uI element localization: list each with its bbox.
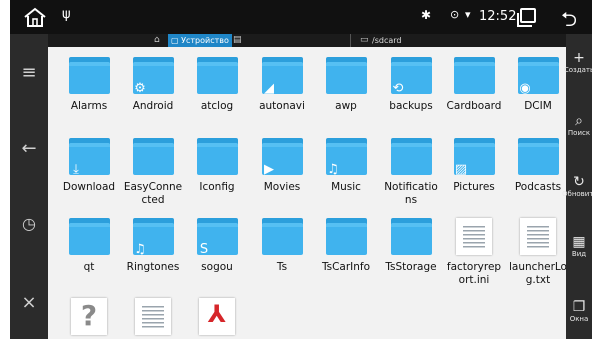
status-bar: ψ ✱ ⊙ ▾ 12:52 ⮌ (10, 0, 592, 34)
text-file-icon (520, 218, 556, 255)
breadcrumb-device[interactable]: ▢ Устройство (168, 34, 232, 47)
app-frame: ψ ✱ ⊙ ▾ 12:52 ⮌ ⌂ ▢ Устройство ▤ ▭ /sdca… (10, 0, 592, 339)
folder-icon (326, 57, 367, 94)
breadcrumb: ⌂ ▢ Устройство ▤ ▭ /sdcard (48, 34, 566, 47)
grid-view-icon: ▦ (572, 234, 586, 250)
right-sidebar: +Создать ⌕Поиск ↻Обновить ▦Вид ❐Окна (562, 34, 592, 339)
folder-icon: ◢ (262, 57, 303, 96)
file-name-label: DCIM (524, 100, 552, 112)
folder-icon (133, 138, 174, 175)
folder-icon (391, 138, 432, 175)
unknown-file-icon: ? (71, 298, 107, 335)
folder-badge-icon: ▶ (264, 162, 274, 177)
folder-icon: ◉ (518, 57, 559, 96)
view-button[interactable]: ▦ Вид (566, 234, 592, 258)
file-name-label: Podcasts (514, 181, 562, 193)
folder-icon (197, 57, 238, 94)
refresh-button[interactable]: ↻Обновить (562, 174, 592, 198)
root-icon[interactable]: ⌂ (154, 35, 160, 45)
breadcrumb-device-label: Устройство (181, 36, 229, 45)
search-icon: ⌕ (575, 113, 583, 129)
bluetooth-icon: ✱ (421, 8, 432, 22)
folder-icon: ♫ (133, 218, 174, 257)
usb-icon: ψ (62, 7, 71, 22)
sidebar-button-label: Поиск (567, 129, 591, 137)
refresh-icon: ↻ (573, 174, 585, 190)
folder-icon: ▭ (360, 35, 369, 45)
menu-icon[interactable]: ≡ (10, 62, 48, 83)
sidebar-button-label: Вид (571, 250, 587, 258)
folder-icon: ♫ (326, 138, 367, 177)
folder-badge-icon: ◉ (519, 81, 531, 96)
folder-icon: S (197, 218, 238, 257)
breadcrumb-path[interactable]: /sdcard (372, 35, 401, 46)
plus-icon: + (573, 50, 585, 66)
sidebar-button-label: Обновить (562, 190, 592, 198)
folder-icon (262, 218, 303, 255)
folder-icon (518, 138, 559, 175)
sidebar-button-label: Окна (569, 315, 589, 323)
folder-badge-icon: ◢ (264, 81, 274, 96)
folder-icon: ▶ (262, 138, 303, 177)
folder-badge-icon: ⚙ (134, 81, 146, 96)
history-icon[interactable]: ◷ (10, 214, 48, 233)
folder-badge-icon: ♫ (327, 162, 339, 177)
wifi-icon: ▾ (465, 8, 471, 21)
folder-icon (197, 138, 238, 175)
clock: 12:52 (479, 9, 517, 24)
search-button[interactable]: ⌕ Поиск (566, 113, 592, 137)
file-grid: Alarms ⚙ Android atclog ◢ autonavi awp ⟲ backups… (48, 47, 566, 339)
windows-icon: ❐ (572, 299, 586, 315)
storage-icon[interactable]: ▤ (233, 35, 242, 45)
folder-badge-icon: ▨ (454, 162, 468, 177)
recent-apps-icon[interactable] (517, 8, 536, 27)
home-icon[interactable] (23, 7, 47, 27)
left-sidebar: ≡ ← ◷ × (10, 34, 48, 339)
folder-icon (69, 218, 110, 255)
folder-icon (391, 218, 432, 255)
breadcrumb-divider (350, 34, 351, 47)
file-name-label: launcherLo g.txt (509, 261, 566, 286)
text-file-icon (135, 298, 171, 335)
folder-badge-icon: ♫ (134, 242, 146, 257)
back-arrow-icon[interactable]: ← (10, 138, 48, 159)
pdf-file-icon: ⅄ (199, 298, 235, 335)
folder-icon: ⟲ (391, 57, 432, 96)
sidebar-button-label: Создать (563, 66, 592, 74)
folder-badge-icon: S (199, 242, 209, 257)
folder-icon: ⤓ (69, 138, 110, 177)
folder-badge-icon: ⟲ (392, 81, 404, 96)
close-icon[interactable]: × (10, 292, 48, 313)
folder-badge-icon: ⤓ (73, 162, 79, 177)
text-file-icon (456, 218, 492, 255)
folder-icon: ▨ (454, 138, 495, 177)
windows-button[interactable]: ❐ Окна (566, 299, 592, 323)
location-icon: ⊙ (450, 8, 460, 21)
folder-icon: ⚙ (133, 57, 174, 96)
folder-icon (326, 218, 367, 255)
folder-icon (454, 57, 495, 94)
create-button[interactable]: + Создать (564, 50, 592, 74)
folder-icon (69, 57, 110, 94)
